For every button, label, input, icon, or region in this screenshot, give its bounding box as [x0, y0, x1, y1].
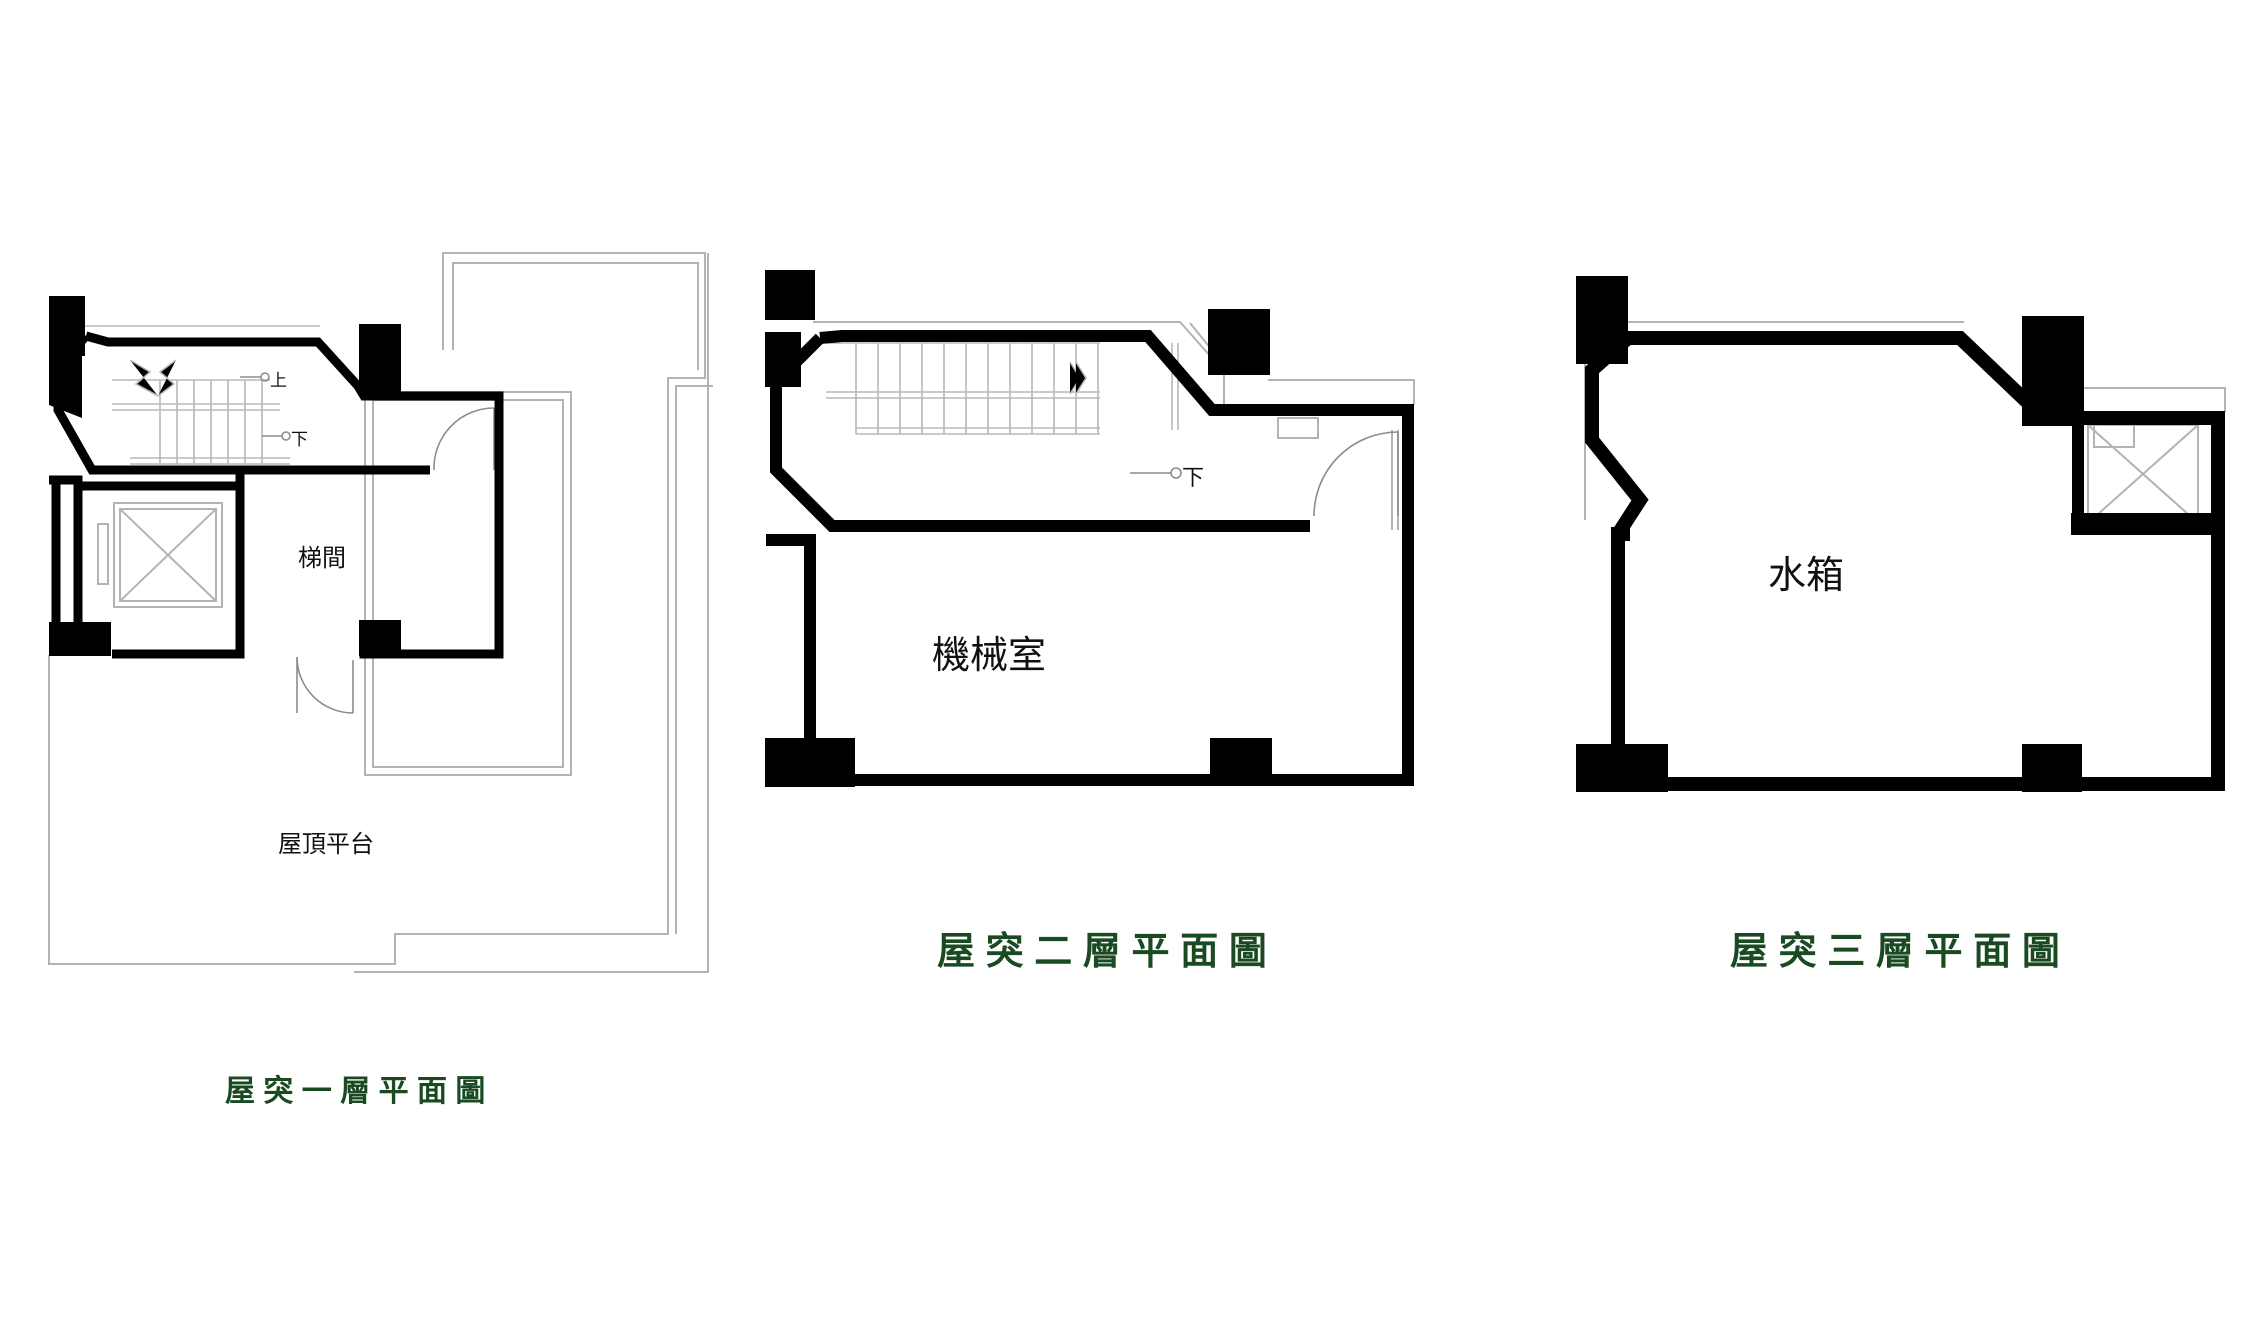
room-label-machine-room: 機械室	[932, 633, 1046, 677]
stair-up-mark: 上	[270, 371, 287, 391]
plan-title-roof-level-2: 屋突二層平面圖	[937, 929, 1277, 973]
door-swing-2f	[1313, 431, 1399, 517]
plan-roof-level-2: 下 機械室 屋突二層平面圖	[765, 270, 1415, 973]
stair-down-mark: 下	[1182, 466, 1204, 491]
stair-flight-2f	[826, 342, 1179, 435]
floor-plans-drawing: 上 下 梯間 屋頂平台 屋突一層平面圖 下 機械室 屋突二層平面圖 水箱 屋突三…	[48, 252, 2226, 1109]
stair-flight-1f	[82, 325, 320, 465]
plan-roof-level-3: 水箱 屋突三層平面圖	[1576, 276, 2226, 973]
room-label-water-tank: 水箱	[1768, 553, 1844, 597]
plan-title-roof-level-1: 屋突一層平面圖	[225, 1074, 494, 1109]
tank-hatch	[2087, 424, 2199, 524]
outline-2f	[813, 321, 1415, 530]
walls-3f	[1576, 276, 2225, 792]
walls-2f	[765, 270, 1414, 787]
floor-plan-sheet: 上 下 梯間 屋頂平台 屋突一層平面圖 下 機械室 屋突二層平面圖 水箱 屋突三…	[0, 0, 2252, 1344]
stair-direction-marks-2f: 下	[1130, 466, 1204, 491]
plan-roof-level-1: 上 下 梯間 屋頂平台 屋突一層平面圖	[48, 252, 713, 1109]
elevator-shaft	[97, 502, 223, 608]
walls-1f	[49, 296, 504, 659]
room-label-roof-terrace: 屋頂平台	[278, 830, 374, 858]
stair-down-mark: 下	[291, 430, 308, 450]
room-label-stairwell: 梯間	[298, 544, 346, 572]
plan-title-roof-level-3: 屋突三層平面圖	[1730, 929, 2070, 973]
